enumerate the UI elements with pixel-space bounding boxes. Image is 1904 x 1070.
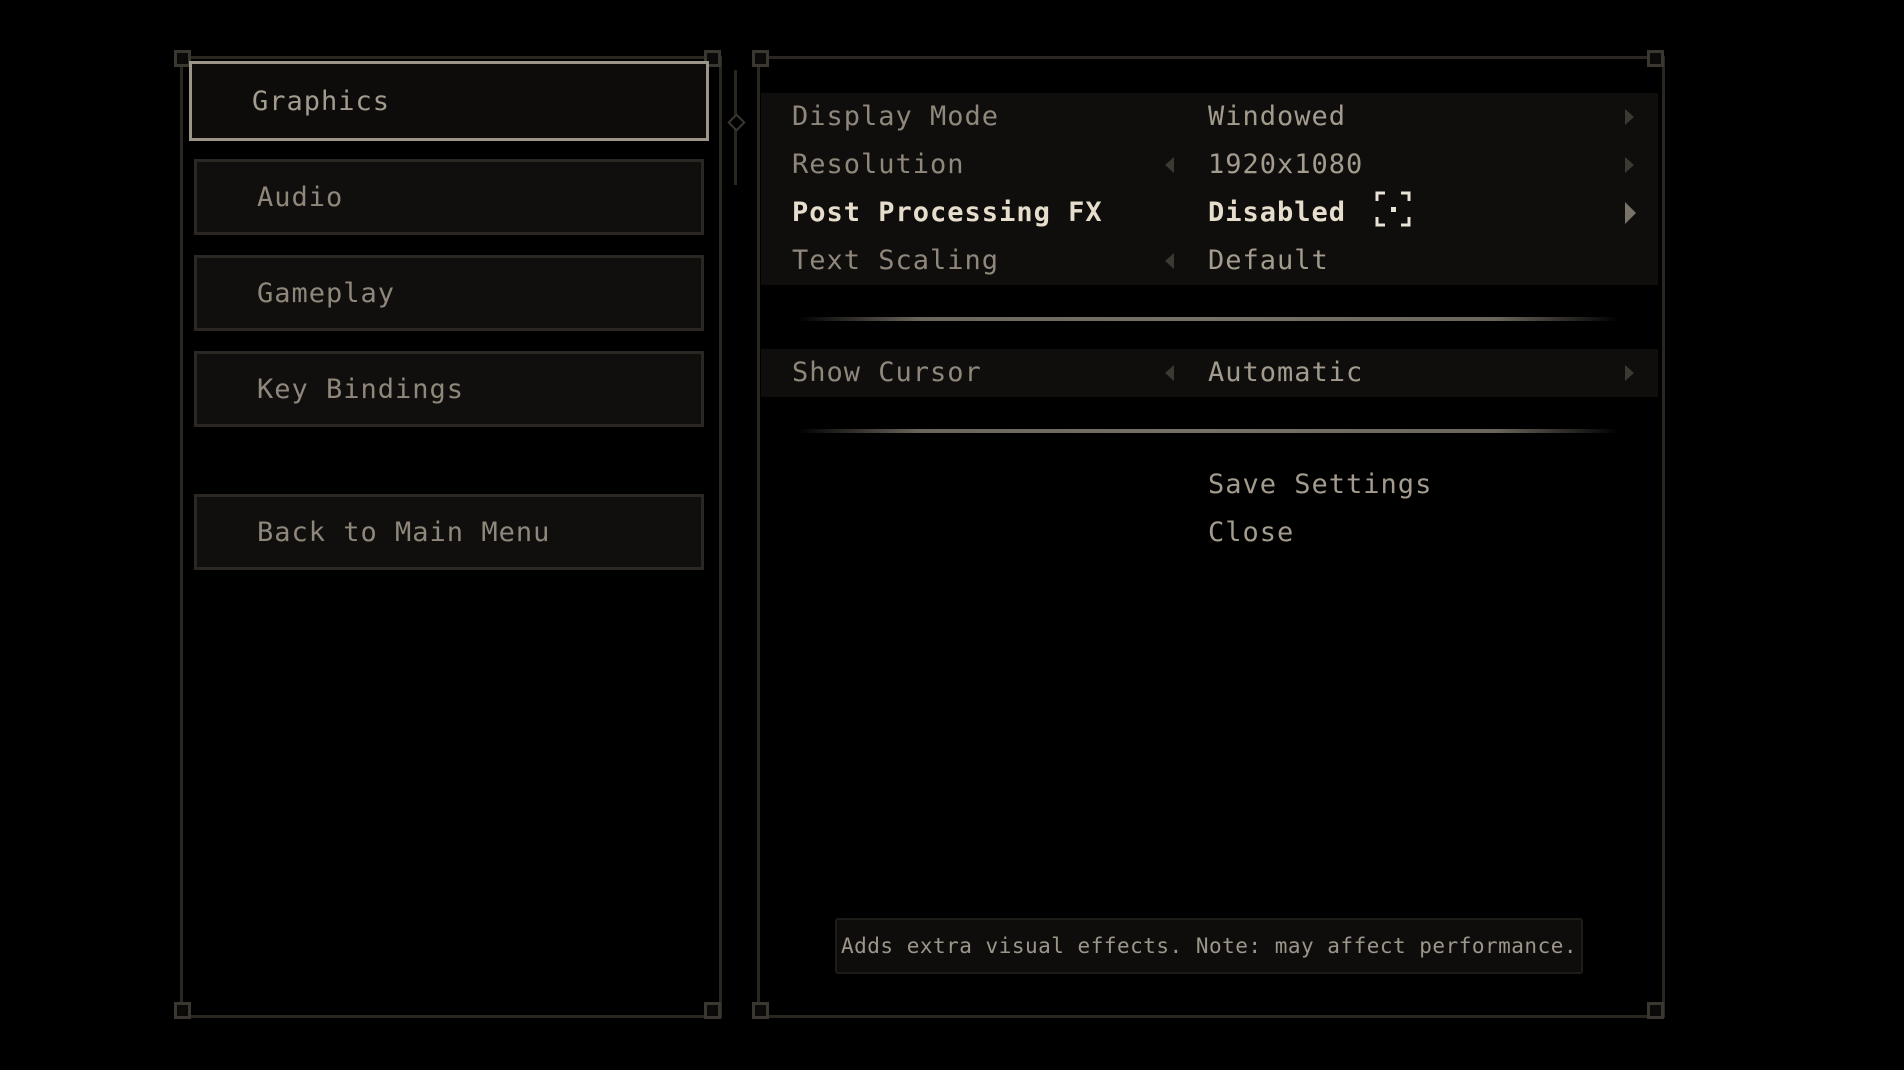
setting-row-post-processing-fx[interactable]: Post Processing FX Disabled — [761, 189, 1658, 237]
setting-description-tooltip: Adds extra visual effects. Note: may aff… — [835, 918, 1583, 974]
divider-ornament — [727, 113, 746, 132]
nav-audio-label: Audio — [257, 181, 344, 213]
chevron-right-icon[interactable] — [1625, 109, 1634, 125]
section-separator — [797, 317, 1619, 321]
setting-label: Text Scaling — [792, 245, 1000, 276]
setting-value: Default — [1208, 245, 1329, 276]
frame-corner — [174, 1002, 191, 1019]
save-settings-button[interactable]: Save Settings — [1208, 461, 1432, 509]
chevron-right-icon[interactable] — [1625, 365, 1634, 381]
close-button[interactable]: Close — [1208, 509, 1294, 557]
frame-corner — [752, 1002, 769, 1019]
frame-corner — [704, 1002, 721, 1019]
back-to-main-menu-button[interactable]: Back to Main Menu — [194, 494, 704, 570]
chevron-left-icon[interactable] — [1165, 365, 1174, 381]
nav-audio-button[interactable]: Audio — [194, 159, 704, 235]
nav-gameplay-label: Gameplay — [257, 277, 396, 309]
nav-gameplay-button[interactable]: Gameplay — [194, 255, 704, 331]
setting-row-text-scaling[interactable]: Text Scaling Default — [761, 237, 1658, 285]
options-screen: Graphics Audio Gameplay Key Bindings Bac… — [0, 0, 1904, 1070]
nav-graphics-button[interactable]: Graphics — [189, 61, 709, 141]
nav-graphics-label: Graphics — [252, 85, 391, 117]
setting-value: 1920x1080 — [1208, 149, 1364, 180]
crosshair-reticle-icon — [1375, 191, 1411, 227]
frame-corner — [1647, 1002, 1664, 1019]
chevron-left-icon[interactable] — [1165, 157, 1174, 173]
chevron-left-icon[interactable] — [1165, 253, 1174, 269]
frame-corner — [1647, 50, 1664, 67]
nav-key-bindings-button[interactable]: Key Bindings — [194, 351, 704, 427]
setting-value: Automatic — [1208, 357, 1364, 388]
chevron-right-icon[interactable] — [1625, 202, 1636, 224]
setting-row-display-mode[interactable]: Display Mode Windowed — [761, 93, 1658, 141]
setting-value: Windowed — [1208, 101, 1347, 132]
setting-row-show-cursor[interactable]: Show Cursor Automatic — [761, 349, 1658, 397]
frame-corner — [752, 50, 769, 67]
setting-row-resolution[interactable]: Resolution 1920x1080 — [761, 141, 1658, 189]
section-separator — [797, 429, 1619, 433]
tooltip-text: Adds extra visual effects. Note: may aff… — [840, 934, 1577, 958]
setting-label: Display Mode — [792, 101, 1000, 132]
chevron-right-icon[interactable] — [1625, 157, 1634, 173]
setting-value: Disabled — [1208, 197, 1347, 228]
setting-label: Show Cursor — [792, 357, 982, 388]
setting-label: Post Processing FX — [792, 197, 1103, 228]
setting-label: Resolution — [792, 149, 965, 180]
nav-key-bindings-label: Key Bindings — [257, 373, 465, 405]
back-to-main-menu-label: Back to Main Menu — [257, 516, 551, 548]
